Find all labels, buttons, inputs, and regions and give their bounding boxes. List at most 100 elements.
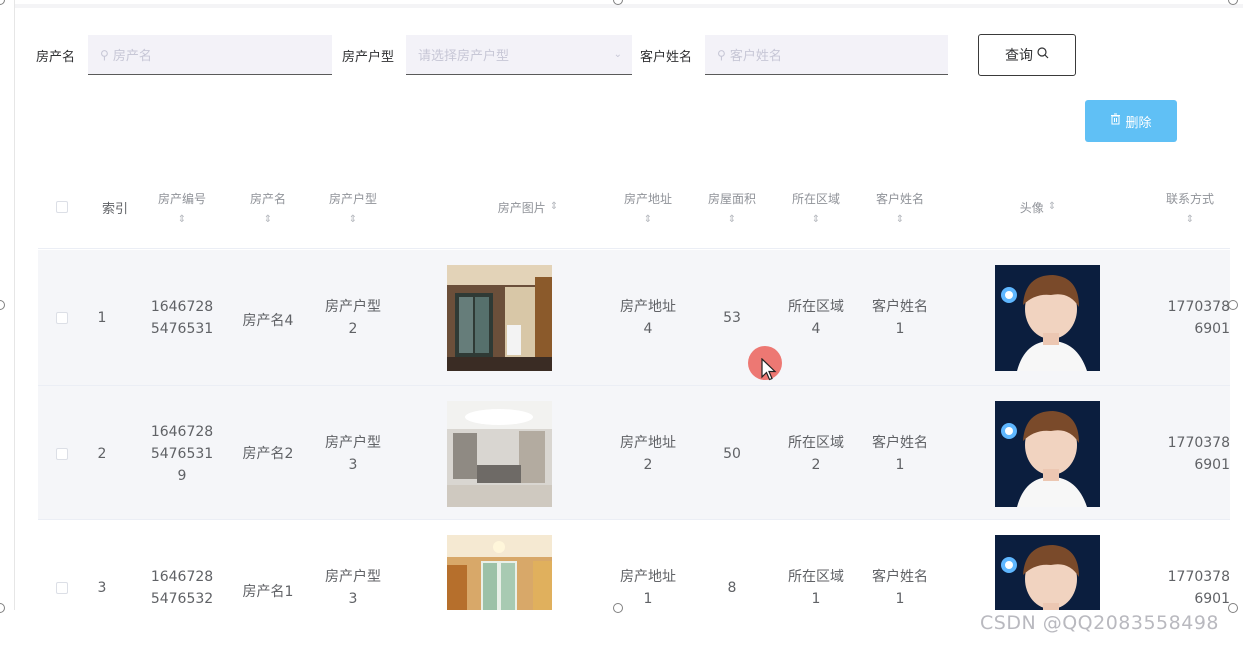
cell-address-line: 2 <box>643 456 653 473</box>
cell-house-type-line: 3 <box>348 456 358 473</box>
resize-handle[interactable] <box>1228 603 1238 613</box>
select-all-checkbox[interactable] <box>56 201 68 213</box>
sort-caret-icon[interactable]: ⇕ <box>728 214 736 225</box>
cell-house-type-line: 房产户型 <box>325 434 381 451</box>
top-divider <box>14 4 1243 8</box>
house-table: 索引 房产编号 ⇕ 房产名 ⇕ 房产户型 ⇕ 房产图片 ⇕ 房产地址 ⇕ 房屋面… <box>38 166 1230 655</box>
search-bar: 房产名 ⚲ 房产名 房产户型 请选择房产户型 ⌄ 客户姓名 ⚲ 客户姓名 <box>36 34 949 76</box>
header-house-type[interactable]: 房产户型 ⇕ <box>310 166 396 248</box>
header-region-label: 所在区域 <box>791 191 840 206</box>
resize-handle[interactable] <box>0 300 5 310</box>
cell-avatar <box>995 250 1100 385</box>
sort-caret-icon[interactable]: ⇕ <box>178 214 186 225</box>
cell-house-no-line: 1646728 <box>150 423 214 440</box>
chevron-down-icon: ⌄ <box>613 49 623 60</box>
resize-handle[interactable] <box>613 603 623 613</box>
cell-address: 房产地址 4 <box>608 250 688 385</box>
cell-area: 50 <box>723 445 741 462</box>
header-house-image[interactable]: 房产图片 ⇕ <box>418 166 638 248</box>
header-region[interactable]: 所在区域 ⇕ <box>778 166 854 248</box>
row-checkbox[interactable] <box>56 311 68 324</box>
cell-house-no-line: 9 <box>177 467 187 484</box>
cell-region-line: 2 <box>811 456 821 473</box>
header-house-image-label: 房产图片 <box>497 200 546 215</box>
cell-house-no-line: 1646728 <box>150 298 214 315</box>
row-checkbox-cell <box>50 250 74 385</box>
query-label: 查询 <box>1005 48 1033 64</box>
header-house-name-label: 房产名 <box>249 191 286 206</box>
house-photo-image[interactable] <box>447 264 552 371</box>
avatar[interactable] <box>995 400 1100 507</box>
header-customer[interactable]: 客户姓名 ⇕ <box>861 166 939 248</box>
cell-region: 所在区域 2 <box>778 386 854 521</box>
header-area-label: 房屋面积 <box>707 191 756 206</box>
avatar[interactable] <box>995 264 1100 371</box>
cell-customer-line: 客户姓名 <box>872 568 928 585</box>
cell-address-line: 房产地址 <box>620 568 676 585</box>
search-icon <box>1037 47 1049 63</box>
header-house-name[interactable]: 房产名 ⇕ <box>230 166 306 248</box>
cell-contact-line: 1770378 <box>1167 434 1230 451</box>
trash-icon <box>1110 113 1121 129</box>
cell-house-no-line: 1646728 <box>150 568 214 585</box>
sort-caret-icon[interactable]: ⇕ <box>349 214 357 225</box>
cell-house-name: 房产名2 <box>242 445 294 462</box>
query-button[interactable]: 查询 <box>978 34 1076 76</box>
cell-house-image <box>447 250 552 385</box>
header-address-label: 房产地址 <box>623 191 672 206</box>
cell-contact: 1770378 6901 <box>1150 386 1230 521</box>
cell-house-type-line: 房产户型 <box>325 298 381 315</box>
sort-caret-icon[interactable]: ⇕ <box>896 214 904 225</box>
cell-customer: 客户姓名 1 <box>861 386 939 521</box>
cell-region-line: 1 <box>811 590 821 607</box>
sort-caret-icon[interactable]: ⇕ <box>550 202 558 212</box>
header-index-label: 索引 <box>101 201 128 217</box>
cell-house-type: 房产户型 2 <box>310 250 396 385</box>
header-area[interactable]: 房屋面积 ⇕ <box>694 166 770 248</box>
header-address[interactable]: 房产地址 ⇕ <box>608 166 688 248</box>
cell-index: 1 <box>97 309 107 326</box>
cell-index: 2 <box>97 445 107 462</box>
cell-contact-line: 1770378 <box>1167 568 1230 585</box>
header-index: 索引 <box>90 166 140 248</box>
sort-caret-icon[interactable]: ⇕ <box>1186 214 1194 225</box>
header-contact[interactable]: 联系方式 ⇕ <box>1150 166 1230 248</box>
header-avatar[interactable]: 头像 ⇕ <box>958 166 1118 248</box>
header-house-no[interactable]: 房产编号 ⇕ <box>144 166 220 248</box>
cell-region-line: 所在区域 <box>788 298 844 315</box>
cell-customer-line: 1 <box>895 590 905 607</box>
house-photo-image[interactable] <box>447 400 552 507</box>
row-checkbox[interactable] <box>56 447 68 460</box>
resize-handle[interactable] <box>1228 300 1238 310</box>
header-contact-label: 联系方式 <box>1165 191 1214 206</box>
house-type-select[interactable]: 请选择房产户型 ⌄ <box>406 35 633 75</box>
sort-caret-icon[interactable]: ⇕ <box>644 214 652 225</box>
cell-customer-line: 1 <box>895 320 905 337</box>
table-row[interactable]: 2 1646728 5476531 9 房产名2 房产户型 3 房产地址 2 5… <box>38 386 1230 521</box>
header-house-type-label: 房产户型 <box>328 191 377 206</box>
watermark-text: CSDN @QQ2083558498 <box>980 612 1220 634</box>
cell-house-no-line: 5476531 <box>150 320 214 337</box>
sort-caret-icon[interactable]: ⇕ <box>812 214 820 225</box>
table-row[interactable]: 1 1646728 5476531 房产名4 房产户型 2 房产地址 4 53 … <box>38 250 1230 385</box>
sort-caret-icon[interactable]: ⇕ <box>264 214 272 225</box>
cell-contact-line: 1770378 <box>1167 298 1230 315</box>
mouse-pointer-icon <box>761 358 777 381</box>
house-name-input[interactable]: ⚲ 房产名 <box>88 35 333 75</box>
app-frame: 房产名 ⚲ 房产名 房产户型 请选择房产户型 ⌄ 客户姓名 ⚲ 客户姓名 查询 … <box>0 0 1243 655</box>
cell-house-name: 房产名4 <box>242 312 294 329</box>
cell-address-line: 1 <box>643 590 653 607</box>
cell-region: 所在区域 4 <box>778 250 854 385</box>
sort-caret-icon[interactable]: ⇕ <box>1048 202 1056 212</box>
house-type-placeholder: 请选择房产户型 <box>418 49 510 64</box>
row-checkbox[interactable] <box>56 581 68 594</box>
customer-name-input[interactable]: ⚲ 客户姓名 <box>705 35 949 75</box>
cell-house-no: 1646728 5476531 <box>144 250 220 385</box>
delete-label: 删除 <box>1125 115 1152 131</box>
delete-button[interactable]: 删除 <box>1085 100 1177 142</box>
cell-avatar <box>995 386 1100 521</box>
cell-contact-line: 6901 <box>1194 456 1230 473</box>
cell-customer-line: 客户姓名 <box>872 298 928 315</box>
cell-customer-line: 1 <box>895 456 905 473</box>
resize-handle[interactable] <box>0 0 5 5</box>
